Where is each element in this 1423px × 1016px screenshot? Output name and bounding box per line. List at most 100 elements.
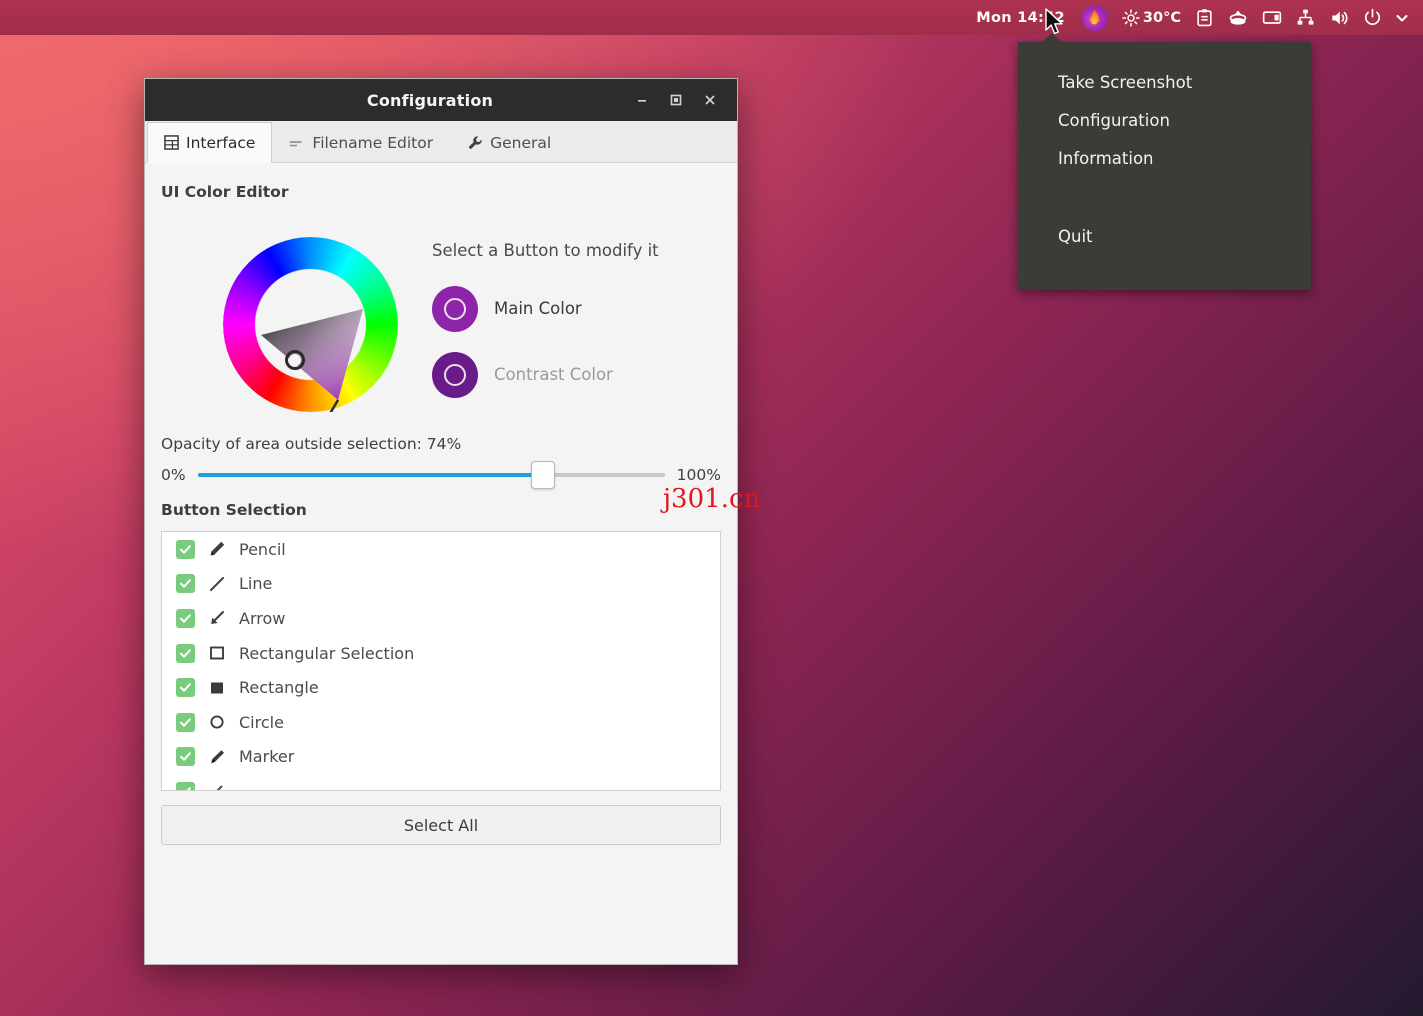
tool-checkbox[interactable] (176, 574, 195, 593)
system-menu-toggle[interactable] (1389, 0, 1415, 35)
temperature-label: 30°C (1143, 10, 1181, 26)
clipboard-indicator[interactable] (1188, 0, 1221, 35)
maximize-icon (669, 93, 683, 107)
tool-label: Line (239, 574, 272, 593)
tool-checkbox[interactable] (176, 678, 195, 697)
tool-checkbox[interactable] (176, 782, 195, 791)
contrast-color-row[interactable]: Contrast Color (432, 352, 659, 398)
opacity-label: Opacity of area outside selection: 74% (161, 435, 721, 453)
arrow-icon (207, 609, 227, 627)
tab-bar: Interface Filename Editor General (145, 121, 737, 163)
color-editor: Select a Button to modify it Main Color … (161, 219, 721, 429)
tool-checkbox[interactable] (176, 540, 195, 559)
menu-item-information[interactable]: Information (1018, 140, 1311, 178)
menu-pointer-arrow (1042, 33, 1062, 42)
power-icon (1363, 8, 1382, 27)
tool-label: Pencil (239, 540, 286, 559)
wrench-icon (467, 135, 483, 151)
minimize-icon (635, 93, 649, 107)
tool-list-item[interactable]: Marker (162, 740, 720, 775)
color-wheel[interactable] (223, 237, 398, 412)
backup-icon (1228, 8, 1248, 28)
tab-general[interactable]: General (450, 122, 568, 163)
opacity-slider-row: 0% 100% (161, 465, 721, 485)
tool-list-item[interactable]: Circle (162, 705, 720, 740)
slider-min-label: 0% (161, 466, 186, 484)
flameshot-tray-icon[interactable] (1075, 0, 1115, 35)
clipboard-icon (1195, 8, 1214, 27)
tool-list-item[interactable]: Pencil (162, 532, 720, 567)
chevron-down-icon (1396, 12, 1408, 24)
main-color-row[interactable]: Main Color (432, 286, 659, 332)
tool-list-item[interactable]: Arrow (162, 601, 720, 636)
slider-handle[interactable] (531, 461, 555, 489)
backup-indicator[interactable] (1221, 0, 1255, 35)
contrast-color-label: Contrast Color (494, 365, 613, 384)
tool-checkbox[interactable] (176, 747, 195, 766)
display-indicator[interactable] (1255, 0, 1289, 35)
tool-list-item[interactable] (162, 774, 720, 791)
select-button-hint: Select a Button to modify it (432, 241, 659, 260)
circle-outline-icon (207, 713, 227, 731)
tool-list-item[interactable]: Rectangle (162, 670, 720, 705)
flameshot-icon (1082, 5, 1108, 31)
line-icon (207, 575, 227, 593)
slider-fill (198, 473, 544, 477)
tool-label: Rectangular Selection (239, 644, 414, 663)
menu-item-quit[interactable]: Quit (1018, 218, 1311, 256)
main-color-ring (444, 298, 466, 320)
select-all-button[interactable]: Select All (161, 805, 721, 845)
minimize-button[interactable] (625, 83, 659, 117)
rectangular-selection-icon (207, 644, 227, 662)
interface-grid-icon (164, 135, 179, 150)
flameshot-tray-menu: Take Screenshot Configuration Informatio… (1018, 42, 1311, 290)
filename-editor-icon (289, 136, 305, 150)
desktop: Mon 14:52 30°C (0, 0, 1423, 1016)
ui-color-editor-title: UI Color Editor (161, 183, 721, 201)
interface-panel: UI Color Editor (145, 163, 737, 964)
tab-interface[interactable]: Interface (147, 122, 272, 163)
menu-separator-gap (1018, 178, 1311, 218)
menu-item-configuration[interactable]: Configuration (1018, 102, 1311, 140)
tool-checkbox[interactable] (176, 644, 195, 663)
tool-label: Arrow (239, 609, 285, 628)
button-selection-title: Button Selection (161, 501, 721, 519)
window-controls (625, 83, 737, 117)
tool-checkbox[interactable] (176, 609, 195, 628)
tool-checkbox[interactable] (176, 713, 195, 732)
close-icon (703, 93, 717, 107)
menu-item-take-screenshot[interactable]: Take Screenshot (1018, 64, 1311, 102)
tool-label: Marker (239, 747, 294, 766)
top-panel: Mon 14:52 30°C (0, 0, 1423, 35)
partial-row-icon (207, 782, 227, 791)
display-icon (1262, 8, 1282, 28)
rectangle-filled-icon (207, 679, 227, 697)
close-button[interactable] (693, 83, 727, 117)
volume-indicator[interactable] (1322, 0, 1356, 35)
opacity-slider[interactable] (198, 465, 665, 485)
contrast-color-ring (444, 364, 466, 386)
temperature-indicator[interactable]: 30°C (1115, 0, 1188, 35)
clock[interactable]: Mon 14:52 (969, 0, 1075, 35)
tool-label: Rectangle (239, 678, 319, 697)
slider-max-label: 100% (677, 466, 721, 484)
window-title: Configuration (145, 91, 625, 110)
maximize-button[interactable] (659, 83, 693, 117)
tool-list-item[interactable]: Line (162, 567, 720, 602)
contrast-color-swatch[interactable] (432, 352, 478, 398)
tool-label: Circle (239, 713, 284, 732)
watermark: j301.cn (663, 484, 760, 514)
main-color-swatch[interactable] (432, 286, 478, 332)
power-indicator[interactable] (1356, 0, 1389, 35)
pencil-icon (207, 540, 227, 558)
tool-list[interactable]: Pencil Line Arrow Rectangular Selection Rect… (161, 531, 721, 791)
tool-list-item[interactable]: Rectangular Selection (162, 636, 720, 671)
opacity-control: Opacity of area outside selection: 74% 0… (161, 435, 721, 485)
tab-filename-editor[interactable]: Filename Editor (272, 122, 450, 163)
network-indicator[interactable] (1289, 0, 1322, 35)
window-titlebar[interactable]: Configuration (145, 79, 737, 121)
volume-icon (1329, 8, 1349, 28)
network-icon (1296, 8, 1315, 27)
saturation-value-triangle[interactable] (223, 237, 398, 412)
main-color-label: Main Color (494, 299, 582, 318)
